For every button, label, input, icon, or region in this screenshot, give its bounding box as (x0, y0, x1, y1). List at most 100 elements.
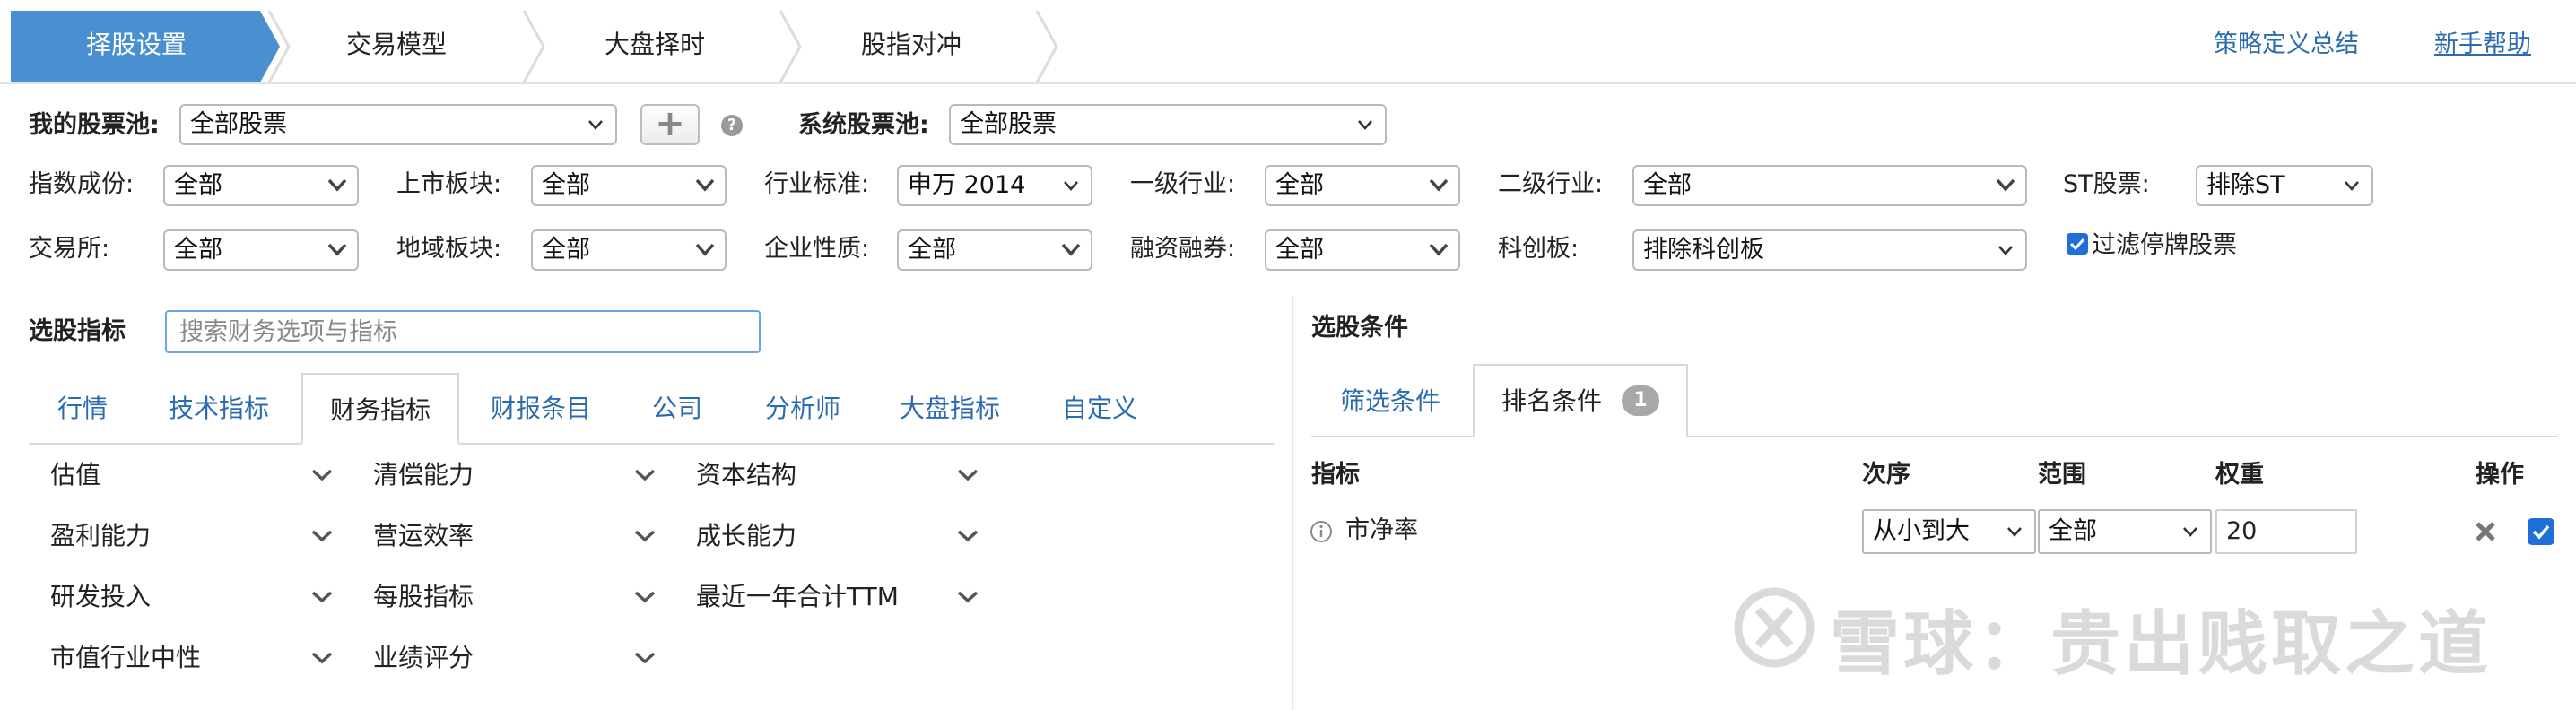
indicators-title: 选股指标 (29, 317, 126, 345)
chevron-down-icon[interactable] (633, 577, 657, 617)
chevron-down-icon (695, 178, 715, 192)
filter-select-index[interactable]: 全部 (163, 165, 359, 206)
category-item[interactable]: 清偿能力 (373, 455, 474, 495)
filter-suspended-label: 过滤停牌股票 (2092, 231, 2237, 259)
filter-select-industry-l2[interactable]: 全部 (1632, 165, 2027, 206)
chevron-down-icon[interactable] (956, 577, 979, 617)
tab-quotes[interactable]: 行情 (36, 373, 129, 445)
filter-label-star-market: 科创板: (1498, 235, 1580, 263)
chevron-down-icon[interactable] (310, 455, 334, 495)
filter-value: 全部 (174, 171, 222, 199)
step-index-hedge[interactable]: 股指对冲 (795, 27, 1028, 63)
condition-indicator-name: 市净率 (1345, 516, 1418, 544)
col-header-indicator: 指标 (1311, 461, 1360, 489)
chevron-down-icon[interactable] (956, 455, 979, 495)
step-trading-model[interactable]: 交易模型 (280, 27, 513, 63)
tab-filter-conditions[interactable]: 筛选条件 (1318, 366, 1462, 437)
chevron-down-icon (1064, 181, 1078, 191)
order-select[interactable]: 从小到大 (1862, 509, 2036, 554)
filter-label-region: 地域板块: (396, 235, 502, 263)
tab-financial[interactable]: 财务指标 (301, 373, 459, 445)
my-pool-label: 我的股票池: (29, 111, 160, 139)
watermark-logo (1734, 587, 1815, 668)
category-item[interactable]: 市值行业中性 (50, 638, 201, 678)
tab-analyst[interactable]: 分析师 (750, 373, 856, 445)
info-icon[interactable] (1310, 520, 1333, 543)
panel-divider (1292, 296, 1293, 710)
filter-select-enterprise[interactable]: 全部 (897, 229, 1092, 271)
chevron-down-icon[interactable] (310, 516, 334, 556)
tab-technical[interactable]: 技术指标 (152, 373, 285, 445)
chevron-down-icon[interactable] (633, 516, 657, 556)
category-item[interactable]: 资本结构 (696, 455, 796, 495)
filter-select-exchange[interactable]: 全部 (163, 229, 359, 271)
filter-select-star-market[interactable]: 排除科创板 (1632, 229, 2027, 271)
chevron-down-icon (1429, 243, 1449, 256)
filter-select-board[interactable]: 全部 (531, 165, 727, 206)
range-value: 全部 (2049, 517, 2097, 545)
tab-company[interactable]: 公司 (628, 373, 727, 445)
chevron-down-icon (327, 243, 347, 256)
range-select[interactable]: 全部 (2038, 509, 2212, 554)
help-icon[interactable]: ? (721, 115, 743, 136)
col-header-weight: 权重 (2215, 461, 2264, 489)
help-link[interactable]: 新手帮助 (2434, 27, 2531, 63)
tab-report-items[interactable]: 财报条目 (475, 373, 606, 445)
step-stock-selection[interactable]: 择股设置 (11, 27, 262, 63)
category-item[interactable]: 每股指标 (373, 577, 474, 617)
step-market-timing[interactable]: 大盘择时 (538, 27, 771, 63)
weight-input[interactable]: 20 (2215, 509, 2357, 554)
category-item[interactable]: 业绩评分 (373, 638, 474, 678)
tab-rank-label: 排名条件 (1501, 386, 1603, 416)
enable-condition-checkbox[interactable] (2528, 518, 2554, 545)
chevron-down-icon (2183, 527, 2197, 537)
filter-select-industry-l1[interactable]: 全部 (1265, 165, 1460, 206)
category-item[interactable]: 盈利能力 (50, 516, 151, 556)
filter-value: 排除ST (2206, 171, 2285, 199)
chevron-down-icon[interactable] (310, 638, 334, 678)
filter-value: 排除科创板 (1643, 236, 1764, 264)
watermark-text: 雪球：贵出贱取之道 (1830, 604, 2493, 685)
category-item[interactable]: 营运效率 (373, 516, 474, 556)
chevron-down-icon (588, 120, 603, 130)
col-header-range: 范围 (2038, 461, 2086, 489)
chevron-down-icon (327, 178, 347, 192)
filter-value: 全部 (542, 236, 590, 264)
add-pool-button[interactable]: + (640, 104, 700, 145)
category-item[interactable]: 成长能力 (696, 516, 796, 556)
filter-label-exchange: 交易所: (29, 235, 110, 263)
filter-select-margin[interactable]: 全部 (1265, 229, 1460, 271)
filter-value: 全部 (908, 236, 956, 264)
chevron-down-icon[interactable] (310, 577, 334, 617)
tab-market-index[interactable]: 大盘指标 (888, 373, 1012, 445)
category-item[interactable]: 估值 (50, 455, 100, 495)
chevron-down-icon[interactable] (633, 455, 657, 495)
system-pool-value: 全部股票 (960, 110, 1057, 138)
strategy-summary-link[interactable]: 策略定义总结 (2214, 27, 2359, 63)
system-pool-select[interactable]: 全部股票 (949, 104, 1387, 145)
indicator-search-input[interactable] (165, 310, 761, 353)
chevron-down-icon (1429, 178, 1449, 192)
tab-custom[interactable]: 自定义 (1044, 373, 1155, 445)
chevron-down-icon (1358, 120, 1372, 130)
filter-value: 全部 (1275, 236, 1324, 264)
chevron-down-icon[interactable] (633, 638, 657, 678)
category-item[interactable]: 最近一年合计TTM (696, 577, 899, 617)
filter-select-industry-std[interactable]: 申万 2014 (897, 165, 1092, 206)
filter-select-region[interactable]: 全部 (531, 229, 727, 271)
delete-icon[interactable] (2474, 520, 2497, 543)
filter-value: 申万 2014 (908, 171, 1026, 199)
chevron-down-icon[interactable] (956, 516, 979, 556)
filter-select-st[interactable]: 排除ST (2196, 165, 2373, 206)
filter-label-industry-l1: 一级行业: (1130, 170, 1236, 198)
category-item[interactable]: 研发投入 (50, 577, 151, 617)
filter-suspended-checkbox[interactable] (2067, 233, 2088, 255)
col-header-action: 操作 (2476, 461, 2524, 489)
conditions-title: 选股条件 (1311, 314, 1408, 342)
my-pool-value: 全部股票 (190, 110, 287, 138)
my-pool-select[interactable]: 全部股票 (179, 104, 617, 145)
filter-label-industry-l2: 二级行业: (1498, 170, 1604, 198)
filter-value: 全部 (542, 171, 590, 199)
filter-label-industry-std: 行业标准: (764, 170, 870, 198)
filter-value: 全部 (1643, 171, 1692, 199)
